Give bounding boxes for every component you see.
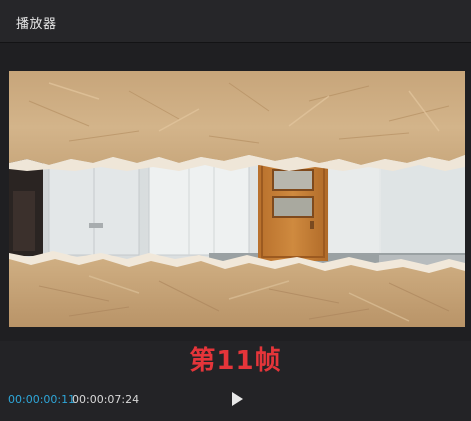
play-icon <box>232 392 243 406</box>
play-button[interactable] <box>230 391 244 407</box>
video-area <box>0 43 471 341</box>
player-window: 播放器 第11帧 00:00:00:11 00:00:07:24 <box>0 0 471 421</box>
frame-number-label: 第11帧 <box>189 346 282 376</box>
torn-paper-top <box>9 71 465 171</box>
current-time: 00:00:00:11 <box>8 393 76 406</box>
title-bar: 播放器 <box>0 0 471 43</box>
playback-controls: 00:00:00:11 00:00:07:24 <box>0 382 471 416</box>
video-scene <box>9 71 465 327</box>
video-frame[interactable] <box>9 71 465 327</box>
torn-paper-bottom <box>9 251 465 327</box>
total-time: 00:00:07:24 <box>72 393 140 406</box>
window-title: 播放器 <box>16 17 57 32</box>
